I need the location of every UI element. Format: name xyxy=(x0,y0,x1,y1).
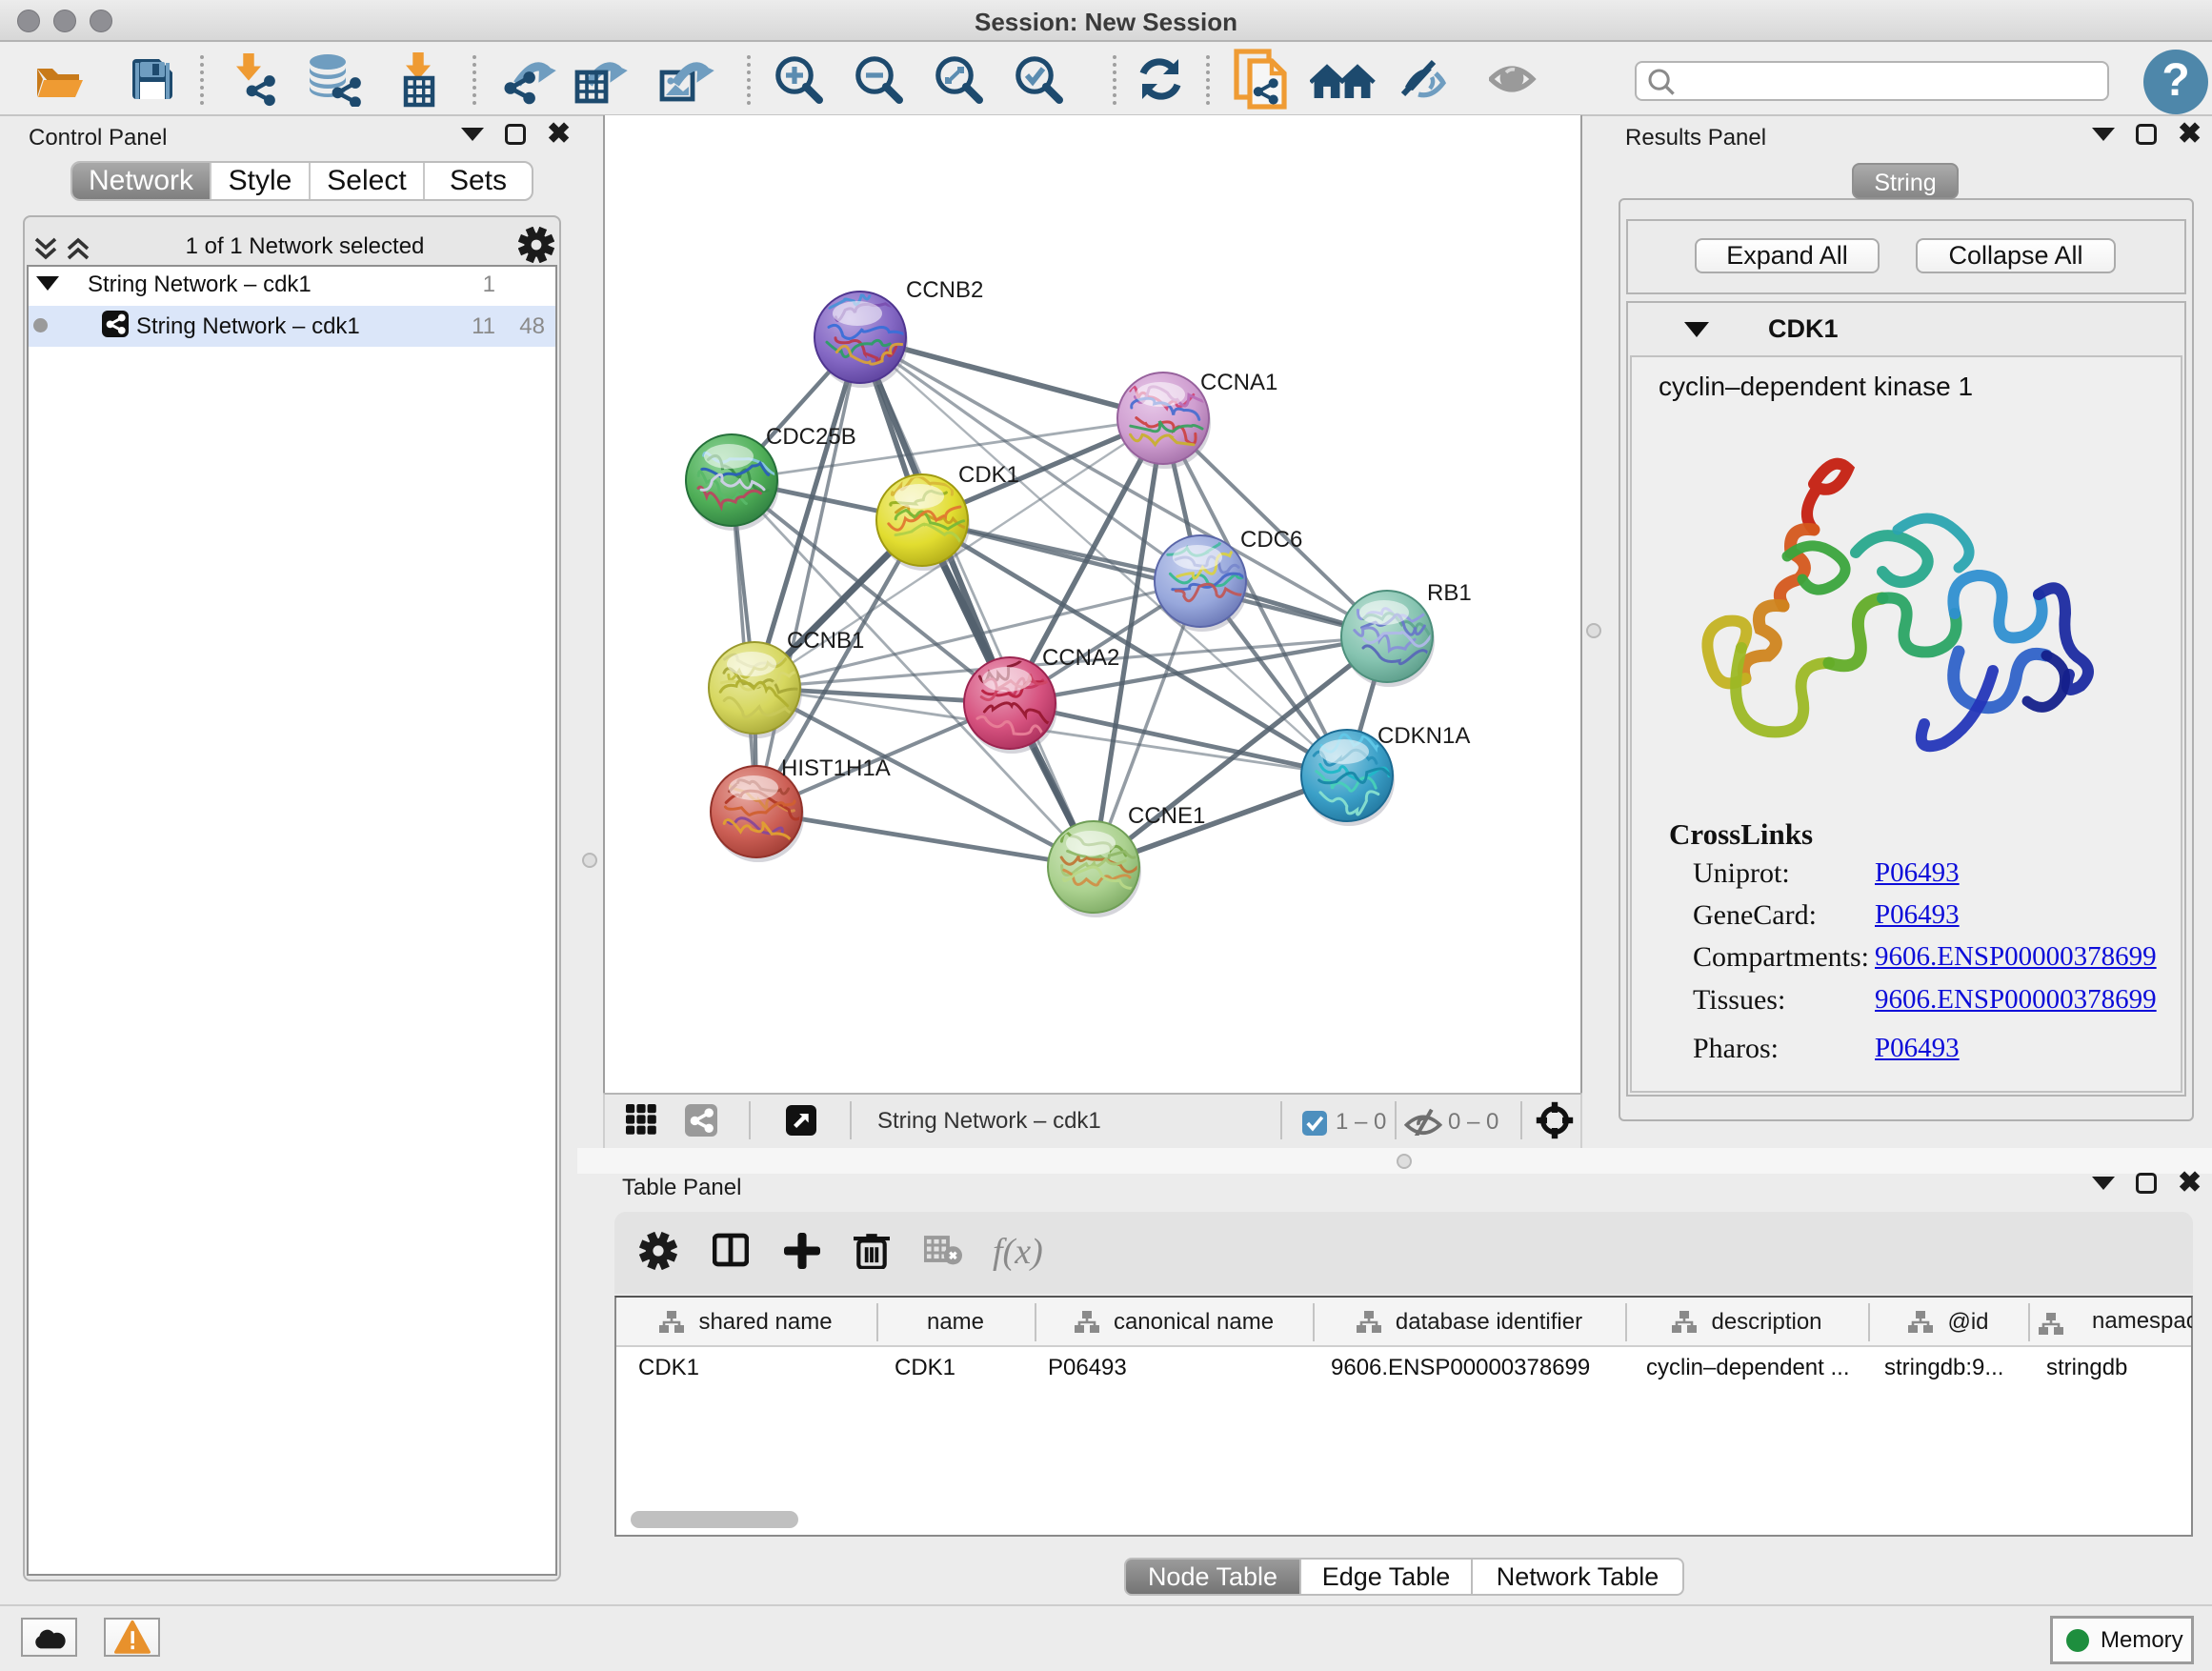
svg-text:CCNA1: CCNA1 xyxy=(1200,370,1277,395)
svg-text:CDKN1A: CDKN1A xyxy=(1377,723,1470,749)
svg-text:RB1: RB1 xyxy=(1427,580,1472,606)
svg-text:CCNA2: CCNA2 xyxy=(1042,645,1119,671)
svg-text:CDC25B: CDC25B xyxy=(766,424,856,450)
svg-text:CDC6: CDC6 xyxy=(1240,527,1302,553)
svg-text:CCNE1: CCNE1 xyxy=(1128,803,1205,829)
svg-text:CDK1: CDK1 xyxy=(958,462,1019,488)
svg-text:CCNB1: CCNB1 xyxy=(787,628,864,654)
svg-text:CCNB2: CCNB2 xyxy=(906,277,983,303)
svg-text:HIST1H1A: HIST1H1A xyxy=(781,755,891,781)
